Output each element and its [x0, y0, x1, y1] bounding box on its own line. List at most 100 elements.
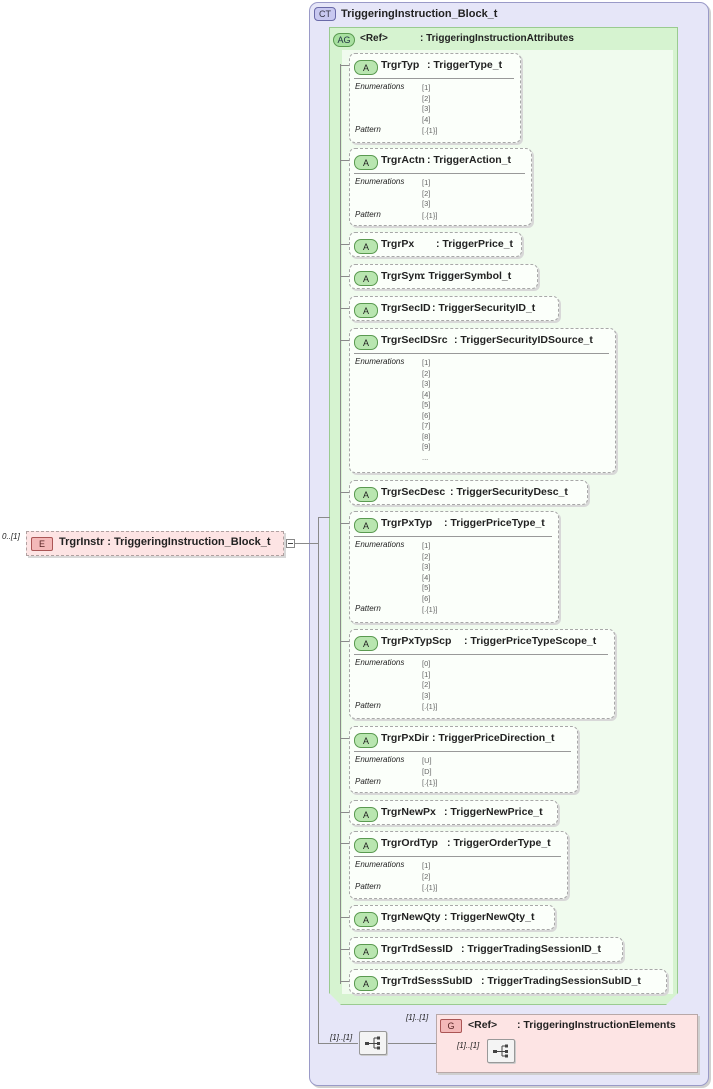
attribute-name: TrgrNewQty [381, 911, 441, 923]
enumeration-value: [D] [422, 766, 432, 776]
attribute-type: : TriggerTradingSessionSubID_t [481, 975, 641, 987]
enumeration-value: [2] [422, 368, 431, 378]
attribute-badge: A [354, 976, 378, 991]
attribute-trgrtrdsessid[interactable]: A TrgrTrdSessID: TriggerTradingSessionID_… [349, 937, 623, 962]
attribute-badge: A [354, 944, 378, 959]
enumeration-value: [3] [422, 690, 431, 700]
enumeration-value: [1] [422, 669, 431, 679]
pattern-value: [.{1}] [422, 126, 438, 135]
element-connector [295, 543, 319, 544]
attribute-trgrsym[interactable]: A TrgrSym: TriggerSymbol_t [349, 264, 538, 289]
pattern-label: Pattern [355, 777, 381, 786]
pattern-label: Pattern [355, 701, 381, 710]
attribute-connector [340, 244, 349, 245]
attribute-connector [340, 917, 349, 918]
attribute-separator [354, 78, 514, 79]
attribute-trgrpxtypscp[interactable]: A TrgrPxTypScp: TriggerPriceTypeScope_t En… [349, 629, 615, 719]
attribute-trgrtrdsesssubid[interactable]: A TrgrTrdSessSubID : TriggerTradingSession… [349, 969, 667, 994]
attribute-type: : TriggerAction_t [427, 154, 512, 166]
pattern-label: Pattern [355, 882, 381, 891]
attribute-badge: A [354, 303, 378, 318]
pattern-label: Pattern [355, 604, 381, 613]
attribute-type: : TriggerSymbol_t [422, 270, 512, 282]
attribute-connector [340, 160, 349, 161]
attribute-connector [340, 523, 349, 524]
attribute-connector [340, 308, 349, 309]
group-sequence-symbol-icon [493, 1044, 508, 1058]
attribute-trgrordtyp[interactable]: A TrgrOrdTyp: TriggerOrderType_t Enumerati… [349, 831, 568, 899]
attribute-type: : TriggerSecurityID_t [432, 302, 536, 314]
attribute-connector [340, 981, 349, 982]
enumerations-label: Enumerations [355, 755, 405, 764]
attribute-separator [354, 856, 561, 857]
attribute-name: TrgrSecDesc [381, 486, 446, 498]
attribute-badge: A [354, 271, 378, 286]
enumerations-label: Enumerations [355, 658, 405, 667]
pattern-label: Pattern [355, 125, 381, 134]
group-badge: G [440, 1019, 462, 1033]
attribute-badge: A [354, 636, 378, 651]
enumeration-value: [1] [422, 358, 431, 367]
attribute-trgrtyp[interactable]: A TrgrTyp: TriggerType_t Enumerations [1] [2… [349, 53, 521, 143]
sequence-to-group-connector [388, 1043, 436, 1044]
attribute-trgrpxdir[interactable]: A TrgrPxDir: TriggerPriceDirection_t Enume… [349, 726, 578, 793]
attribute-badge: A [354, 838, 378, 853]
enumeration-value: [2] [422, 551, 431, 561]
attribute-trgrsecdesc[interactable]: A TrgrSecDesc: TriggerSecurityDesc_t [349, 480, 588, 505]
sequence-symbol-icon [365, 1036, 380, 1050]
enumeration-value: [4] [422, 389, 431, 399]
group-cardinality: [1]..[1] [406, 1013, 429, 1022]
attribute-trgrpx[interactable]: A TrgrPx: TriggerPrice_t [349, 232, 522, 257]
enumeration-value: [0] [422, 659, 431, 668]
sequence-cardinality: [1]..[1] [330, 1033, 353, 1042]
group-inner-cardinality: [1]..[1] [457, 1041, 480, 1050]
group-type: : TriggeringInstructionElements [517, 1019, 676, 1031]
attribute-name: TrgrTrdSessID [381, 943, 453, 955]
attribute-group-type: : TriggeringInstructionAttributes [420, 33, 574, 44]
attribute-badge: A [354, 487, 378, 502]
enumeration-value: [1] [422, 541, 431, 550]
attribute-trgractn[interactable]: A TrgrActn: TriggerAction_t Enumerations [1… [349, 148, 532, 226]
element-type-text: : TriggeringInstruction_Block_t [107, 536, 271, 548]
attribute-type: : TriggerPriceType_t [444, 517, 545, 529]
enumeration-value: [6] [422, 410, 431, 420]
enumeration-value: [5] [422, 400, 431, 409]
attribute-type: : TriggerOrderType_t [447, 837, 551, 849]
spine-to-sequence [318, 1043, 358, 1044]
enumeration-value: [7] [422, 421, 431, 430]
enumeration-value: [2] [422, 188, 431, 198]
attribute-type: : TriggerNewQty_t [444, 911, 535, 923]
attribute-type: : TriggerType_t [427, 59, 503, 71]
enumerations-label: Enumerations [355, 177, 405, 186]
enumeration-value: [5] [422, 583, 431, 592]
attribute-connector [340, 492, 349, 493]
attribute-trgrnewpx[interactable]: A TrgrNewPx: TriggerNewPrice_t [349, 800, 558, 825]
attribute-separator [354, 536, 552, 537]
main-spine [318, 517, 319, 1043]
attribute-separator [354, 173, 525, 174]
attribute-name: TrgrTyp [381, 59, 420, 71]
attribute-group-ref: <Ref> [360, 33, 388, 44]
enumeration-value: [2] [422, 93, 431, 103]
attribute-name: TrgrActn [381, 154, 425, 166]
attribute-name: TrgrPxTyp [381, 517, 433, 529]
collapse-toggle-icon[interactable] [286, 539, 295, 548]
enumeration-value: [6] [422, 593, 431, 603]
sequence-icon[interactable] [359, 1031, 387, 1055]
group-sequence-icon[interactable] [487, 1039, 515, 1063]
attribute-name: TrgrTrdSessSubID [381, 975, 473, 987]
attribute-connector [340, 738, 349, 739]
attribute-name: TrgrPxDir [381, 732, 429, 744]
enumeration-value: [9] [422, 442, 431, 451]
attribute-type: : TriggerNewPrice_t [444, 806, 543, 818]
attribute-badge: A [354, 239, 378, 254]
attribute-trgrnewqty[interactable]: A TrgrNewQty: TriggerNewQty_t [349, 905, 555, 930]
attribute-trgrpxtyp[interactable]: A TrgrPxTyp: TriggerPriceType_t Enumeratio… [349, 511, 559, 623]
pattern-value: [.{1}] [422, 883, 438, 892]
attribute-name: TrgrPx [381, 238, 415, 250]
attribute-trgrsecidsrc[interactable]: A TrgrSecIDSrc: TriggerSecurityIDSource_t… [349, 328, 616, 473]
attribute-trgrsecid[interactable]: A TrgrSecID: TriggerSecurityID_t [349, 296, 559, 321]
enumeration-value: [3] [422, 199, 431, 208]
enumeration-value: [1] [422, 178, 431, 187]
enumeration-value: [1] [422, 861, 431, 870]
